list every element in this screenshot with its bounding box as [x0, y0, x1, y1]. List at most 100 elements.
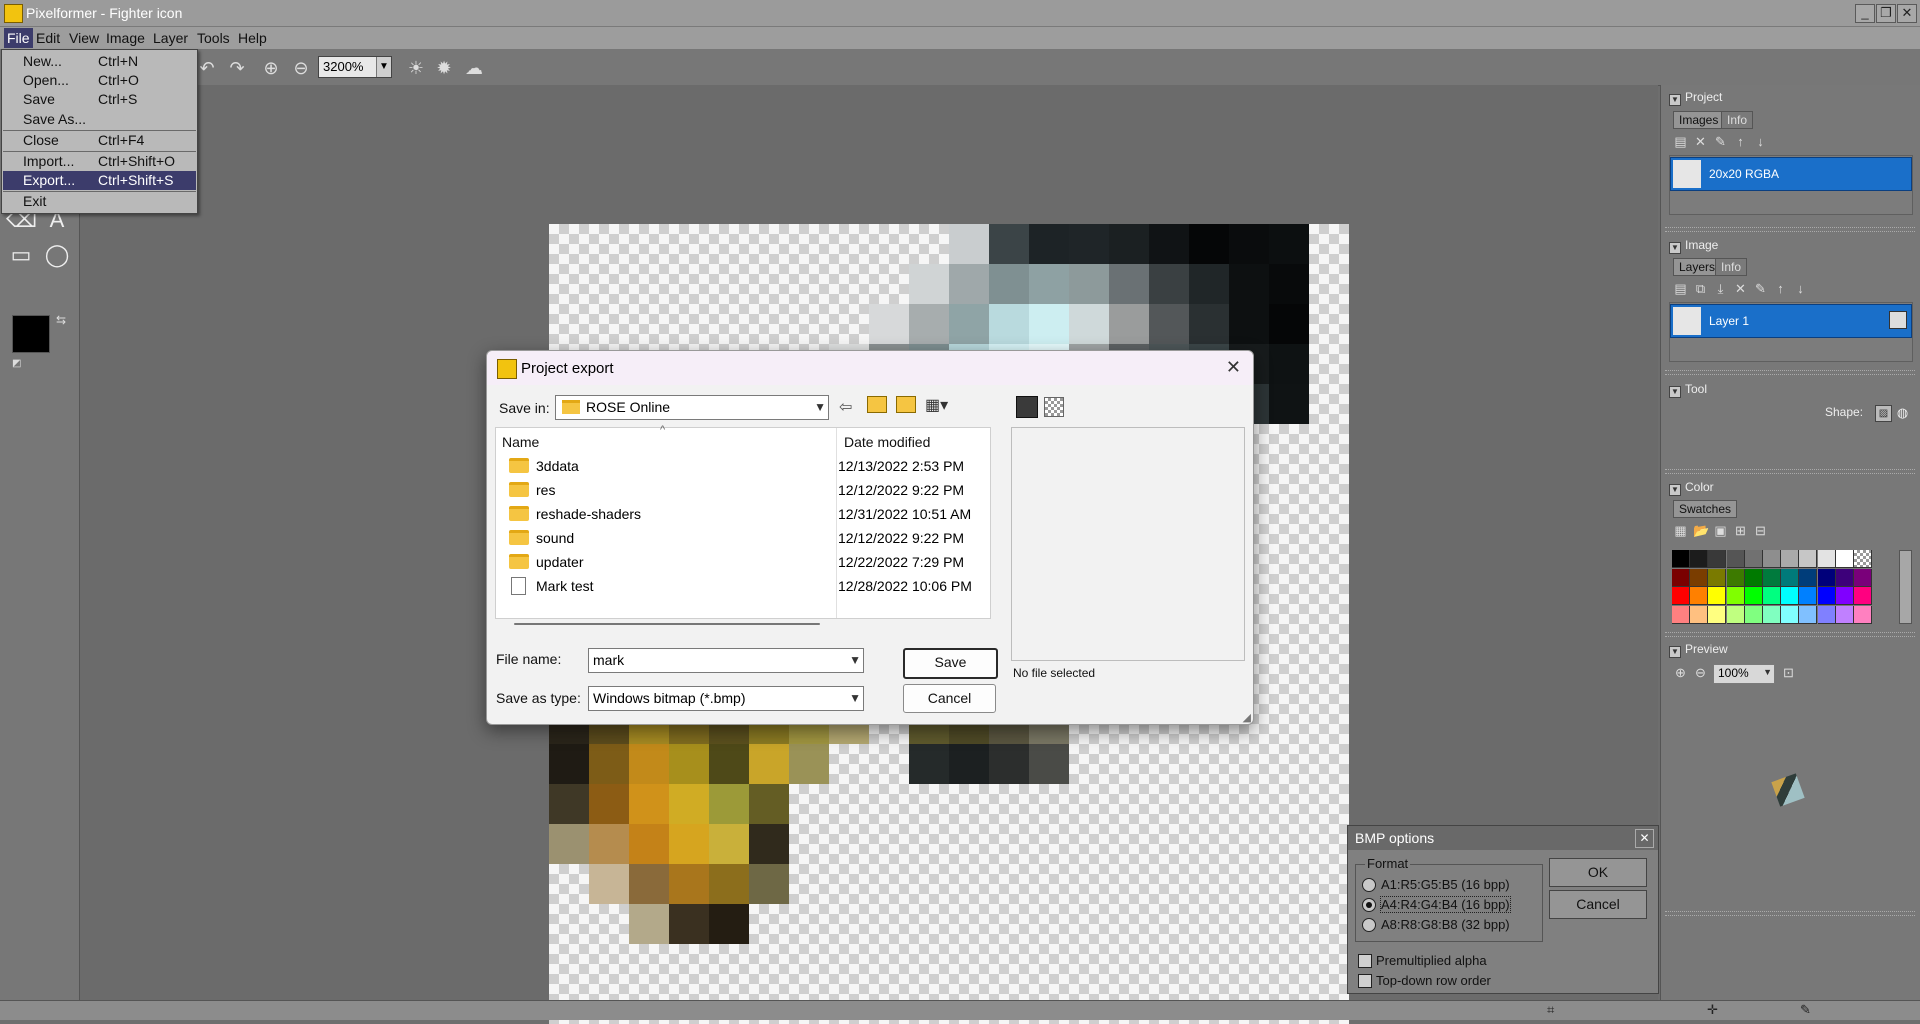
- menu-help[interactable]: Help: [238, 30, 267, 46]
- chevron-down-icon[interactable]: ▼: [849, 691, 861, 705]
- merge-layer-icon[interactable]: ⤓: [1713, 281, 1728, 296]
- file-list-row[interactable]: 3ddata 12/13/2022 2:53 PM: [506, 456, 986, 478]
- rectangle-tool-icon[interactable]: ▭: [6, 240, 36, 270]
- color-swatch[interactable]: [1817, 587, 1836, 605]
- file-list-row[interactable]: reshade-shaders 12/31/2022 10:51 AM: [506, 504, 986, 526]
- horizontal-scrollbar[interactable]: [514, 623, 820, 625]
- image-section-header[interactable]: ▼ Image: [1669, 238, 1718, 254]
- project-section-header[interactable]: ▼ Project: [1669, 90, 1722, 106]
- new-layer-icon[interactable]: ▤: [1673, 281, 1688, 296]
- redo-icon[interactable]: ↷: [226, 57, 248, 79]
- image-list-item[interactable]: 20x20 RGBA: [1670, 157, 1912, 191]
- save-button[interactable]: Save: [903, 648, 998, 679]
- color-swatch[interactable]: [1708, 605, 1727, 624]
- column-date-modified[interactable]: Date modified: [844, 434, 930, 450]
- collapse-icon[interactable]: ▼: [1669, 242, 1681, 254]
- collapse-icon[interactable]: ▼: [1669, 646, 1681, 658]
- color-swatch[interactable]: [1817, 605, 1836, 624]
- file-name-input[interactable]: mark ▼: [588, 648, 864, 673]
- delete-layer-icon[interactable]: ✕: [1733, 281, 1748, 296]
- save-palette-icon[interactable]: ▣: [1713, 523, 1728, 538]
- splitter[interactable]: [1665, 911, 1915, 916]
- format-radio-a4r4g4b4[interactable]: [1362, 898, 1376, 912]
- preview-zoom-combo[interactable]: 100% ▼: [1713, 664, 1775, 684]
- color-swatch[interactable]: [1835, 587, 1854, 605]
- color-swatch[interactable]: [1835, 550, 1854, 568]
- move-layer-down-icon[interactable]: ↓: [1793, 281, 1808, 296]
- color-swatch[interactable]: [1854, 605, 1872, 624]
- move-image-down-icon[interactable]: ↓: [1753, 134, 1768, 149]
- swatch-grid-icon[interactable]: ▦: [1673, 523, 1688, 538]
- reset-colors-icon[interactable]: ◩: [12, 358, 21, 369]
- color-swatch[interactable]: [1854, 587, 1872, 605]
- color-swatch[interactable]: [1708, 550, 1727, 568]
- collapse-icon[interactable]: ▼: [1669, 386, 1681, 398]
- file-list-row[interactable]: Mark test 12/28/2022 10:06 PM: [506, 576, 986, 598]
- maximize-button[interactable]: ❐: [1876, 4, 1896, 23]
- preview-zoom-in-icon[interactable]: ⊕: [1673, 665, 1688, 680]
- save-in-combo[interactable]: ROSE Online ▼: [555, 395, 829, 420]
- swatch-scrollbar[interactable]: [1899, 550, 1912, 624]
- primary-color-swatch[interactable]: [12, 315, 50, 353]
- color-swatch[interactable]: [1799, 550, 1818, 568]
- color-swatch[interactable]: [1744, 568, 1763, 587]
- format-radio-a8r8g8b8[interactable]: [1362, 918, 1376, 932]
- menu-tools[interactable]: Tools: [197, 30, 230, 46]
- open-palette-icon[interactable]: 📂: [1693, 523, 1709, 538]
- color-swatch[interactable]: [1817, 550, 1836, 568]
- move-image-up-icon[interactable]: ↑: [1733, 134, 1748, 149]
- layer-properties-icon[interactable]: ✎: [1753, 281, 1768, 296]
- remove-swatch-icon[interactable]: ⊟: [1753, 523, 1768, 538]
- menu-item-close[interactable]: Close Ctrl+F4: [3, 131, 196, 150]
- bmp-cancel-button[interactable]: Cancel: [1549, 890, 1647, 919]
- color-swatch[interactable]: [1781, 550, 1800, 568]
- zoom-combo[interactable]: 3200% ▼: [318, 56, 392, 78]
- format-radio-a1r5g5b5[interactable]: [1362, 878, 1376, 892]
- tab-image-info[interactable]: Info: [1715, 258, 1748, 276]
- splitter[interactable]: [1665, 469, 1915, 474]
- color-section-header[interactable]: ▼ Color: [1669, 480, 1714, 496]
- column-name[interactable]: Name: [502, 434, 539, 450]
- cloud-icon[interactable]: ☁: [463, 57, 485, 79]
- chevron-down-icon[interactable]: ▼: [849, 653, 861, 667]
- color-swatch[interactable]: [1690, 605, 1709, 624]
- color-swatch[interactable]: [1781, 605, 1800, 624]
- menu-image[interactable]: Image: [106, 30, 145, 46]
- chevron-down-icon[interactable]: ▼: [1763, 667, 1772, 677]
- delete-image-icon[interactable]: ✕: [1693, 134, 1708, 149]
- new-image-icon[interactable]: ▤: [1673, 134, 1688, 149]
- layer-list-item[interactable]: Layer 1: [1670, 304, 1912, 338]
- color-swatch[interactable]: [1854, 568, 1872, 587]
- preview-section-header[interactable]: ▼ Preview: [1669, 642, 1728, 658]
- top-down-row-order-checkbox[interactable]: [1358, 974, 1372, 988]
- menu-view[interactable]: View: [69, 30, 99, 46]
- color-swatch[interactable]: [1763, 550, 1781, 568]
- color-swatch[interactable]: [1835, 568, 1854, 587]
- dialog-close-icon[interactable]: ✕: [1226, 357, 1241, 378]
- color-swatch[interactable]: [1672, 605, 1690, 624]
- resize-grip-icon[interactable]: ◢: [1243, 711, 1251, 724]
- splitter[interactable]: [1665, 370, 1915, 375]
- move-layer-up-icon[interactable]: ↑: [1773, 281, 1788, 296]
- collapse-icon[interactable]: ▼: [1669, 94, 1681, 106]
- tab-swatches[interactable]: Swatches: [1673, 500, 1738, 518]
- file-list-row[interactable]: sound 12/12/2022 9:22 PM: [506, 528, 986, 550]
- menu-item-export[interactable]: Export... Ctrl+Shift+S: [3, 171, 196, 190]
- color-swatch[interactable]: [1726, 587, 1745, 605]
- menu-edit[interactable]: Edit: [36, 30, 60, 46]
- bmp-close-icon[interactable]: ✕: [1635, 829, 1654, 848]
- collapse-icon[interactable]: ▼: [1669, 484, 1681, 496]
- color-swatch[interactable]: [1672, 587, 1690, 605]
- tool-section-header[interactable]: ▼ Tool: [1669, 382, 1707, 398]
- color-swatch[interactable]: [1690, 587, 1709, 605]
- layer-visibility-icon[interactable]: [1889, 311, 1907, 329]
- color-swatch[interactable]: [1763, 605, 1781, 624]
- image-properties-icon[interactable]: ✎: [1713, 134, 1728, 149]
- zoom-out-icon[interactable]: ⊖: [290, 57, 312, 79]
- round-shape-icon[interactable]: ◍: [1895, 405, 1910, 420]
- color-swatch[interactable]: [1781, 587, 1800, 605]
- premultiplied-alpha-checkbox[interactable]: [1358, 954, 1372, 968]
- ellipse-tool-icon[interactable]: ◯: [42, 240, 72, 270]
- color-swatch[interactable]: [1672, 568, 1690, 587]
- splitter[interactable]: [1665, 632, 1915, 637]
